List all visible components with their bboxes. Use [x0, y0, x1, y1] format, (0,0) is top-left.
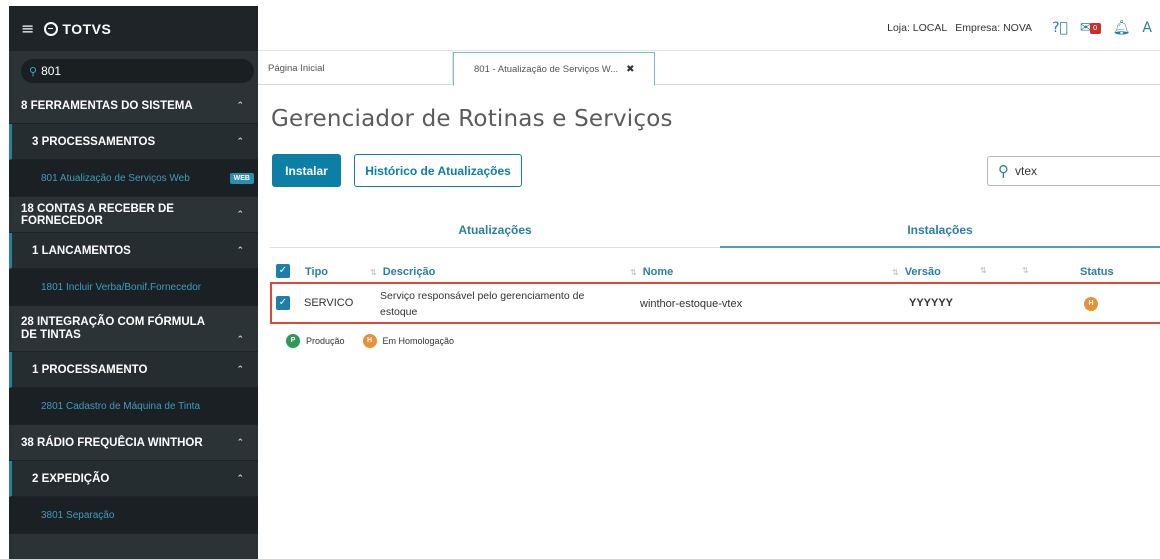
- producao-badge: P: [286, 334, 300, 348]
- sidebar-item-label: 28 INTEGRAÇÃO COM FÓRMULA DE TINTAS: [21, 315, 205, 341]
- search-icon: ⚲: [998, 162, 1009, 180]
- sidebar-item-label: 38 RÁDIO FREQUÊCIA WINTHOR: [21, 436, 203, 449]
- empresa-label[interactable]: Empresa: NOVA: [955, 22, 1032, 34]
- sort-icon: ⇅: [980, 266, 987, 275]
- logo-icon: [44, 21, 59, 36]
- loja-label[interactable]: Loja: LOCAL: [887, 22, 947, 34]
- col-status[interactable]: Status: [1080, 266, 1114, 278]
- main-content: Loja: LOCAL Empresa: NOVA ?⃝ ✉0 🔔︎ 𝖠 Pág…: [258, 6, 1160, 559]
- chevron-up-icon[interactable]: ⌃: [236, 365, 244, 375]
- tab-home[interactable]: Página Inicial: [258, 51, 453, 85]
- chevron-up-icon[interactable]: ⌃: [236, 137, 244, 147]
- sidebar-item-label: 2801 Cadastro de Máquina de Tinta: [41, 400, 200, 412]
- sidebar-item[interactable]: 2 EXPEDIÇÃO ⌃: [9, 461, 258, 497]
- table-header: ✓ Tipo ⇅ Descrição ⇅ Nome ⇅ Versão ⇅ ⇅ Stat…: [270, 256, 1160, 284]
- tab-801-label: 801 - Atualização de Serviços W...: [474, 63, 619, 75]
- search-field[interactable]: [1015, 164, 1135, 178]
- sort-icon: ⇅: [370, 268, 377, 277]
- homologacao-badge: H: [362, 334, 377, 348]
- sidebar-item[interactable]: 28 INTEGRAÇÃO COM FÓRMULA DE TINTAS ⌃: [9, 306, 258, 352]
- app-window: ≡ TOTVS ⚲ 801 8 FERRAMENTAS DO SISTEMA ⌃ 3…: [9, 6, 1160, 559]
- select-all-checkbox[interactable]: ✓: [276, 264, 290, 278]
- sidebar-menu: 8 FERRAMENTAS DO SISTEMA ⌃ 3 PROCESSAMENTO…: [9, 88, 258, 534]
- row-versao: YYYYYY: [909, 297, 954, 309]
- tab-atualizacoes[interactable]: Atualizações: [270, 216, 720, 248]
- sort-icon: ⇅: [892, 268, 899, 277]
- sidebar-item-label: 1 LANCAMENTOS: [32, 244, 131, 257]
- chevron-up-icon[interactable]: ⌃: [236, 474, 244, 484]
- sort-icon: ⇅: [1022, 266, 1029, 275]
- mail-count-badge: 0: [1089, 22, 1101, 34]
- sidebar-item[interactable]: 1801 Incluir Verba/Bonif.Fornecedor: [9, 269, 258, 306]
- sidebar-item-label: 3801 Separação: [41, 509, 115, 521]
- sidebar-item[interactable]: 3 PROCESSAMENTOS ⌃: [9, 124, 258, 160]
- col-descricao[interactable]: ⇅ Descrição: [370, 266, 435, 278]
- sidebar-item-label: 18 CONTAS A RECEBER DE FORNECEDOR: [21, 202, 174, 227]
- col-descricao-label: Descrição: [382, 266, 436, 278]
- tab-instalacoes[interactable]: Instalações: [720, 216, 1160, 248]
- sidebar-item-label: 1 PROCESSAMENTO: [32, 363, 148, 376]
- table-row[interactable]: ✓ SERVICO Serviço responsável pelo geren…: [270, 282, 1160, 324]
- tab-home-label: Página Inicial: [268, 62, 325, 74]
- sidebar-item[interactable]: 1 LANCAMENTOS ⌃: [9, 233, 258, 269]
- row-tipo: SERVICO: [304, 297, 354, 309]
- help-icon[interactable]: ?⃝: [1052, 20, 1068, 36]
- chevron-up-icon[interactable]: ⌃: [236, 438, 244, 448]
- sidebar-item-label: 3 PROCESSAMENTOS: [32, 135, 156, 148]
- row-checkbox[interactable]: ✓: [276, 296, 290, 310]
- col-versao-label: Versão: [904, 266, 941, 278]
- chevron-up-icon[interactable]: ⌃: [236, 335, 244, 345]
- sidebar-item[interactable]: 801 Atualização de Serviços Web WEB: [9, 160, 258, 197]
- close-icon[interactable]: ✖: [626, 64, 634, 75]
- search-icon: ⚲: [29, 64, 38, 78]
- sidebar-header: ≡ TOTVS: [9, 6, 258, 51]
- menu-icon[interactable]: ≡: [21, 19, 34, 38]
- mail-icon[interactable]: ✉0: [1080, 20, 1101, 36]
- row-descricao-line1: Serviço responsável pelo gerenciamento d…: [380, 290, 585, 302]
- user-icon[interactable]: 𝖠: [1142, 20, 1152, 36]
- page-title: Gerenciador de Rotinas e Serviços: [271, 106, 673, 132]
- chevron-up-icon[interactable]: ⌃: [236, 210, 244, 220]
- sort-icon: ⇅: [630, 268, 637, 277]
- sidebar-item-label: 1801 Incluir Verba/Bonif.Fornecedor: [41, 281, 202, 293]
- web-badge: WEB: [229, 172, 254, 184]
- col-nome-label: Nome: [642, 266, 674, 278]
- sidebar-item[interactable]: 3801 Separação: [9, 497, 258, 534]
- col-tipo[interactable]: Tipo: [305, 266, 328, 278]
- tab-801[interactable]: 801 - Atualização de Serviços W... ✖: [453, 52, 655, 86]
- row-nome: winthor-estoque-vtex: [640, 298, 743, 310]
- top-bar: Loja: LOCAL Empresa: NOVA ?⃝ ✉0 🔔︎ 𝖠: [258, 6, 1160, 51]
- homologacao-label: Em Homologação: [382, 336, 455, 346]
- col-versao[interactable]: ⇅ Versão: [892, 266, 941, 278]
- row-descricao: Serviço responsável pelo gerenciamento d…: [380, 288, 620, 320]
- install-button[interactable]: Instalar: [272, 154, 341, 187]
- history-button[interactable]: Histórico de Atualizações: [354, 154, 522, 187]
- sub-tab-bar: Atualizações Instalações: [270, 216, 1160, 248]
- chevron-up-icon[interactable]: ⌃: [236, 101, 244, 111]
- sidebar-item[interactable]: 8 FERRAMENTAS DO SISTEMA ⌃: [9, 88, 258, 124]
- bell-icon[interactable]: 🔔︎: [1113, 20, 1131, 36]
- sidebar-item[interactable]: 2801 Cadastro de Máquina de Tinta: [9, 388, 258, 425]
- status-legend: P Produção H Em Homologação: [286, 334, 454, 348]
- sidebar-item-label: 8 FERRAMENTAS DO SISTEMA: [21, 99, 193, 112]
- sidebar-item[interactable]: 38 RÁDIO FREQUÊCIA WINTHOR ⌃: [9, 425, 258, 461]
- row-descricao-line2: estoque: [380, 306, 418, 318]
- search-input[interactable]: ⚲: [987, 156, 1160, 186]
- sidebar-item-label: 2 EXPEDIÇÃO: [32, 472, 110, 485]
- sidebar-item[interactable]: 18 CONTAS A RECEBER DE FORNECEDOR ⌃: [9, 197, 258, 233]
- sidebar-item-label: 801 Atualização de Serviços Web: [41, 172, 190, 184]
- menu-search-value: 801: [41, 64, 62, 78]
- col-nome[interactable]: ⇅ Nome: [630, 266, 673, 278]
- sidebar-item[interactable]: 1 PROCESSAMENTO ⌃: [9, 352, 258, 388]
- menu-search-input[interactable]: ⚲ 801: [21, 59, 254, 83]
- chevron-up-icon[interactable]: ⌃: [236, 246, 244, 256]
- logo-text: TOTVS: [62, 20, 112, 37]
- sidebar: ≡ TOTVS ⚲ 801 8 FERRAMENTAS DO SISTEMA ⌃ 3…: [9, 6, 258, 559]
- totvs-logo: TOTVS: [44, 21, 111, 37]
- producao-label: Produção: [306, 336, 345, 346]
- status-badge: H: [1084, 297, 1098, 311]
- tab-bar: Página Inicial 801 - Atualização de Serv…: [258, 51, 1160, 86]
